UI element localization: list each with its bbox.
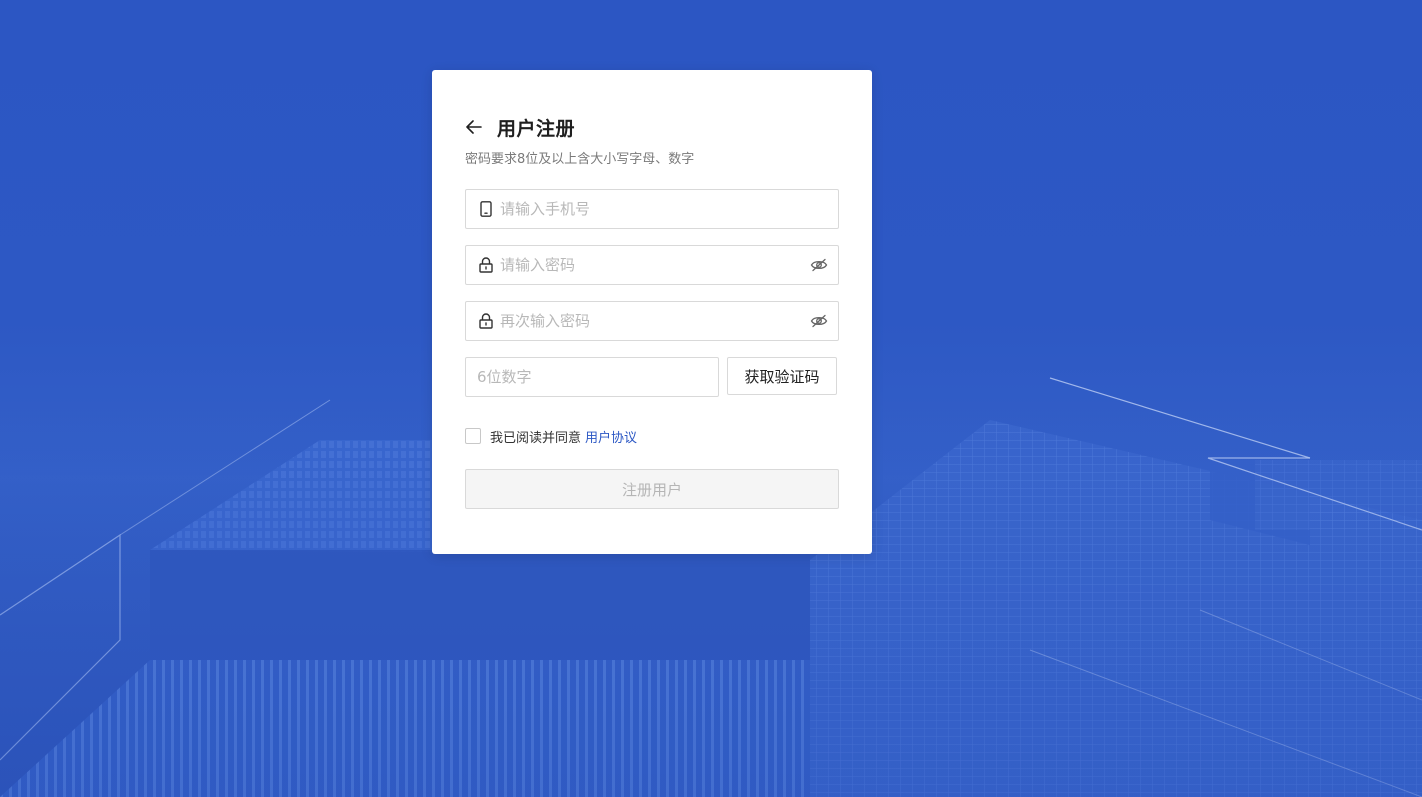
password-input[interactable] xyxy=(500,247,804,283)
lock-icon xyxy=(478,313,494,329)
register-button[interactable]: 注册用户 xyxy=(465,469,839,509)
agreement-checkbox[interactable] xyxy=(465,428,481,444)
page-title: 用户注册 xyxy=(497,117,576,140)
get-code-button[interactable]: 获取验证码 xyxy=(727,357,837,395)
password-confirm-input[interactable] xyxy=(500,303,804,339)
eye-hidden-icon[interactable] xyxy=(810,256,828,274)
lock-icon xyxy=(478,257,494,273)
register-card: 用户注册 密码要求8位及以上含大小写字母、数字 请输入手机号 6位数字 获取验证… xyxy=(432,70,872,554)
card-header: 用户注册 xyxy=(465,114,575,140)
password-hint: 密码要求8位及以上含大小写字母、数字 xyxy=(465,152,695,167)
verification-code-row: 获取验证码 xyxy=(465,357,839,397)
password-field[interactable] xyxy=(465,245,839,285)
agreement-label: 我已阅读并同意 xyxy=(490,430,582,446)
arrow-left-icon[interactable] xyxy=(465,118,483,136)
user-agreement-link[interactable]: 用户协议 xyxy=(585,427,637,446)
phone-input[interactable] xyxy=(500,191,838,227)
password-confirm-field[interactable] xyxy=(465,301,839,341)
mobile-phone-icon xyxy=(478,201,494,217)
phone-field[interactable] xyxy=(465,189,839,229)
agreement-row: 我已阅读并同意 用户协议 xyxy=(465,427,637,446)
page-background: 用户注册 密码要求8位及以上含大小写字母、数字 请输入手机号 6位数字 获取验证… xyxy=(0,0,1422,797)
verification-code-field[interactable] xyxy=(465,357,719,397)
verification-code-input[interactable] xyxy=(477,359,707,395)
eye-hidden-icon[interactable] xyxy=(810,312,828,330)
